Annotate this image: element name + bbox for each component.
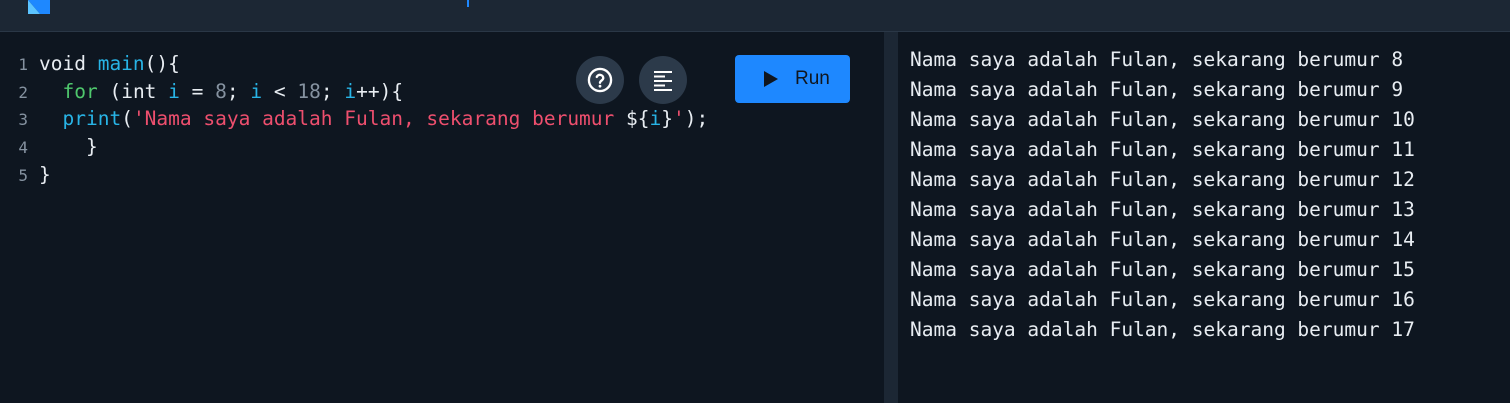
panel-splitter[interactable] — [884, 32, 898, 403]
code-token: i — [168, 79, 180, 103]
code-token: } — [39, 162, 51, 186]
play-icon — [764, 71, 778, 87]
code-token: (int — [97, 79, 169, 103]
code-token: ++){ — [356, 79, 404, 103]
code-token: ' — [673, 107, 685, 131]
code-token: i — [344, 79, 357, 103]
code-token: ${ — [626, 107, 650, 131]
run-button-label: Run — [795, 68, 830, 89]
console-output-panel: Nama saya adalah Fulan, sekarang berumur… — [898, 32, 1510, 403]
top-toolbar — [0, 0, 1510, 32]
run-button[interactable]: Run — [735, 55, 850, 103]
output-line: Nama saya adalah Fulan, sekarang berumur… — [910, 228, 1415, 251]
code-token: ( — [121, 107, 133, 131]
code-token: ; — [320, 79, 345, 103]
format-align-icon — [654, 71, 672, 91]
code-token: ; — [226, 79, 251, 103]
tab-indicator — [467, 0, 469, 7]
output-line: Nama saya adalah Fulan, sekarang berumur… — [910, 318, 1415, 341]
output-line: Nama saya adalah Fulan, sekarang berumur… — [910, 48, 1404, 71]
line-number: 1 — [18, 55, 28, 74]
code-token: = — [179, 79, 216, 103]
output-line: Nama saya adalah Fulan, sekarang berumur… — [910, 78, 1404, 101]
line-number: 2 — [18, 82, 28, 102]
console-output: Nama saya adalah Fulan, sekarang berumur… — [910, 45, 1415, 345]
code-token: 18 — [297, 79, 321, 103]
code-token: 'Nama saya adalah Fulan, sekarang berumu… — [132, 107, 627, 131]
code-line[interactable]: 5} — [0, 161, 708, 189]
code-token: } — [661, 107, 674, 131]
code-token: i — [250, 79, 263, 103]
code-token: < — [262, 79, 298, 103]
output-line: Nama saya adalah Fulan, sekarang berumur… — [910, 258, 1415, 281]
output-line: Nama saya adalah Fulan, sekarang berumur… — [910, 198, 1415, 221]
help-circle-icon — [587, 67, 613, 93]
code-token: for — [62, 79, 98, 103]
output-line: Nama saya adalah Fulan, sekarang berumur… — [910, 108, 1415, 131]
line-number: 5 — [18, 165, 28, 185]
code-line[interactable]: 4 } — [0, 133, 708, 161]
code-token: 8 — [215, 79, 227, 103]
output-line: Nama saya adalah Fulan, sekarang berumur… — [910, 138, 1415, 161]
code-token: void — [39, 52, 98, 75]
code-line[interactable]: 3 print('Nama saya adalah Fulan, sekaran… — [0, 105, 708, 133]
line-number: 3 — [18, 110, 28, 130]
output-line: Nama saya adalah Fulan, sekarang berumur… — [910, 168, 1415, 191]
code-token: i — [649, 107, 662, 131]
line-number: 4 — [18, 138, 28, 158]
output-line: Nama saya adalah Fulan, sekarang berumur… — [910, 288, 1415, 311]
help-button[interactable] — [576, 56, 624, 104]
code-token: } — [85, 135, 98, 159]
format-button[interactable] — [639, 56, 687, 104]
code-token: (){ — [144, 52, 180, 75]
code-token: print — [62, 107, 122, 131]
dartpad-logo-icon — [28, 0, 50, 14]
code-token: main — [97, 52, 145, 75]
code-token: ); — [684, 107, 709, 131]
